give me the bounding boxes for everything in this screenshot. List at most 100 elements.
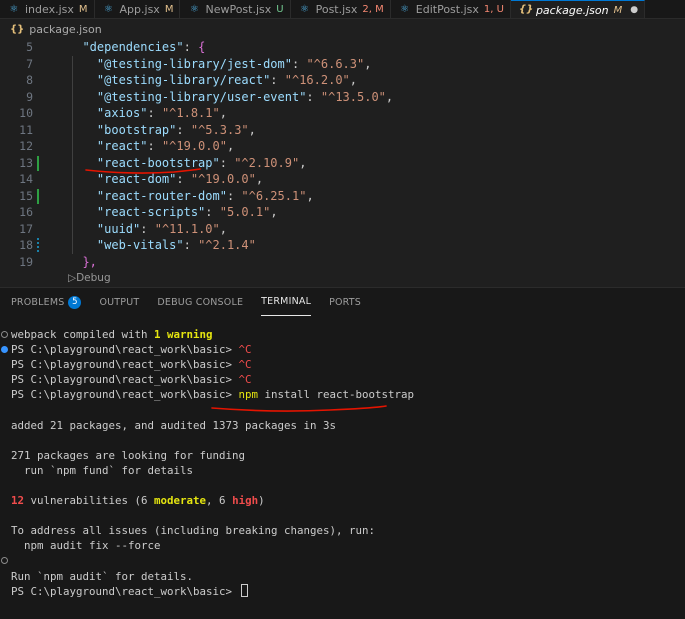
- tab-terminal-label: TERMINAL: [261, 296, 312, 307]
- tab-output[interactable]: OUTPUT: [99, 288, 139, 316]
- code-text: "@testing-library/jest-dom": "^6.6.3",: [96, 56, 372, 71]
- indent-guide: [72, 138, 73, 155]
- line-number: 17: [19, 221, 33, 236]
- indent-guide: [72, 187, 73, 204]
- tab-debug-console[interactable]: DEBUG CONSOLE: [157, 288, 243, 316]
- tab-ports-label: PORTS: [329, 296, 362, 308]
- editor-tab-label: index.jsx: [25, 3, 74, 16]
- line-number: 8: [26, 73, 33, 87]
- code-text: "web-vitals": "^2.1.4": [96, 238, 256, 252]
- tab-ports[interactable]: PORTS: [329, 288, 361, 316]
- line-number: 9: [26, 89, 33, 104]
- json-key: "@testing-library/jest-dom": [96, 56, 292, 71]
- editor-tab[interactable]: ⚛ NewPost.jsx U: [180, 0, 291, 18]
- git-status-badge: M: [613, 4, 623, 16]
- code-line: 5 "dependencies": {: [0, 39, 685, 56]
- debug-codelens[interactable]: ▷Debug: [68, 270, 111, 287]
- command-status-icon[interactable]: [1, 346, 8, 354]
- tab-debug-console-label: DEBUG CONSOLE: [157, 296, 244, 308]
- code-text: "@testing-library/user-event": "^13.5.0"…: [96, 89, 394, 104]
- terminal-line: PS C:\playground\react_work\basic> npm i…: [0, 387, 685, 402]
- react-icon: ⚛: [9, 3, 19, 15]
- terminal-line: webpack compiled with 1 warning: [0, 327, 685, 342]
- code-editor[interactable]: 5 "dependencies": {7 "@testing-library/j…: [0, 39, 685, 286]
- git-status-badge: U: [276, 4, 284, 15]
- json-key: "react-scripts": [96, 205, 206, 219]
- editor-tab-bar: ⚛ index.jsx M ⚛ App.jsx M ⚛ NewPost.jsx U ⚛ Post.j…: [0, 0, 685, 19]
- react-icon: ⚛: [104, 3, 114, 15]
- json-key: "@testing-library/user-event": [96, 89, 307, 104]
- terminal-output[interactable]: webpack compiled with 1 warning PS C:\pl…: [0, 327, 685, 599]
- terminal-line: PS C:\playground\react_work\basic> ^C: [0, 342, 685, 357]
- indent-guide: [72, 171, 73, 188]
- line-number: 13: [19, 155, 33, 170]
- terminal-line: PS C:\playground\react_work\basic> ^C: [0, 357, 685, 372]
- code-text: "react-scripts": "5.0.1",: [96, 205, 278, 219]
- terminal-cursor[interactable]: [240, 583, 248, 597]
- tab-output-label: OUTPUT: [99, 296, 140, 308]
- line-number: 19: [19, 254, 33, 269]
- json-key: "react": [96, 139, 148, 153]
- line-number: 7: [26, 56, 33, 71]
- codelens-row: ▷Debug: [0, 270, 685, 287]
- editor-tab-label: App.jsx: [119, 3, 160, 16]
- code-text: "@testing-library/react": "^16.2.0",: [96, 73, 358, 87]
- json-key: "axios": [96, 106, 148, 120]
- code-line: 19 },: [0, 254, 685, 271]
- terminal-text: run `npm fund` for details: [11, 463, 194, 477]
- git-change-indicator[interactable]: [37, 155, 39, 171]
- json-key: "web-vitals": [96, 238, 184, 252]
- moderate-text: moderate: [154, 494, 207, 508]
- json-key: "bootstrap": [96, 122, 177, 137]
- git-change-indicator[interactable]: [37, 238, 39, 253]
- command-status-icon[interactable]: [1, 331, 8, 338]
- line-number: 12: [19, 139, 33, 153]
- json-value: "^19.0.0": [190, 172, 256, 186]
- prompt: PS C:\playground\react_work\basic>: [11, 388, 239, 402]
- indent-guide: [72, 237, 73, 254]
- terminal-text: npm audit fix --force: [11, 539, 161, 553]
- code-line: 15 "react-router-dom": "^6.25.1",: [0, 187, 685, 204]
- editor-tab-label: EditPost.jsx: [415, 3, 479, 16]
- indent-guide: [72, 220, 73, 237]
- line-number: 16: [19, 205, 33, 219]
- code-line: 14 "react-dom": "^19.0.0",: [0, 171, 685, 188]
- tab-problems[interactable]: PROBLEMS 5: [11, 288, 82, 316]
- code-text: "react-dom": "^19.0.0",: [96, 172, 264, 186]
- terminal-text: webpack compiled with: [11, 328, 155, 341]
- json-value: "^6.6.3": [306, 56, 365, 71]
- command-status-icon[interactable]: [1, 557, 8, 565]
- json-key: "dependencies": [82, 40, 184, 54]
- breadcrumb-file[interactable]: package.json: [29, 23, 101, 36]
- indent-guide: [72, 55, 73, 72]
- indent-guide: [72, 204, 73, 221]
- git-status-badge: 1, U: [483, 4, 504, 15]
- editor-tab[interactable]: ⚛ Post.jsx 2, M: [290, 0, 391, 18]
- high-text: high: [232, 494, 259, 508]
- terminal-text: 271 packages are looking for funding: [11, 448, 246, 462]
- terminal-line: 271 packages are looking for funding: [0, 448, 685, 463]
- code-text: "react-bootstrap": "^2.10.9",: [96, 155, 307, 170]
- json-value: "^1.8.1": [161, 106, 220, 120]
- tab-terminal[interactable]: TERMINAL: [261, 288, 312, 316]
- code-text: "dependencies": {: [82, 40, 206, 54]
- bottom-panel: PROBLEMS 5 OUTPUT DEBUG CONSOLE TERMINAL…: [0, 287, 685, 619]
- git-change-indicator[interactable]: [37, 188, 39, 204]
- terminal-line: npm audit fix --force: [0, 538, 685, 553]
- panel-tabs: PROBLEMS 5 OUTPUT DEBUG CONSOLE TERMINAL…: [0, 288, 685, 316]
- prompt: PS C:\playground\react_work\basic>: [11, 358, 239, 372]
- code-line: 9 "@testing-library/user-event": "^13.5.…: [0, 88, 685, 105]
- editor-tab[interactable]: ⚛ index.jsx M: [0, 0, 95, 18]
- editor-tab[interactable]: ⚛ App.jsx M: [94, 0, 181, 18]
- git-status-badge: M: [164, 4, 174, 15]
- editor-tab[interactable]: {} package.json M ●: [510, 0, 646, 18]
- code-line: 17 "uuid": "^11.1.0",: [0, 220, 685, 237]
- line-number: 11: [19, 122, 33, 137]
- unsaved-dot-icon[interactable]: ●: [630, 5, 638, 15]
- json-key: "react-router-dom": [96, 188, 227, 203]
- json-value: "5.0.1": [219, 205, 271, 219]
- terminal-line: added 21 packages, and audited 1373 pack…: [0, 418, 685, 433]
- tab-problems-label: PROBLEMS: [11, 296, 65, 308]
- editor-tab[interactable]: ⚛ EditPost.jsx 1, U: [390, 0, 511, 18]
